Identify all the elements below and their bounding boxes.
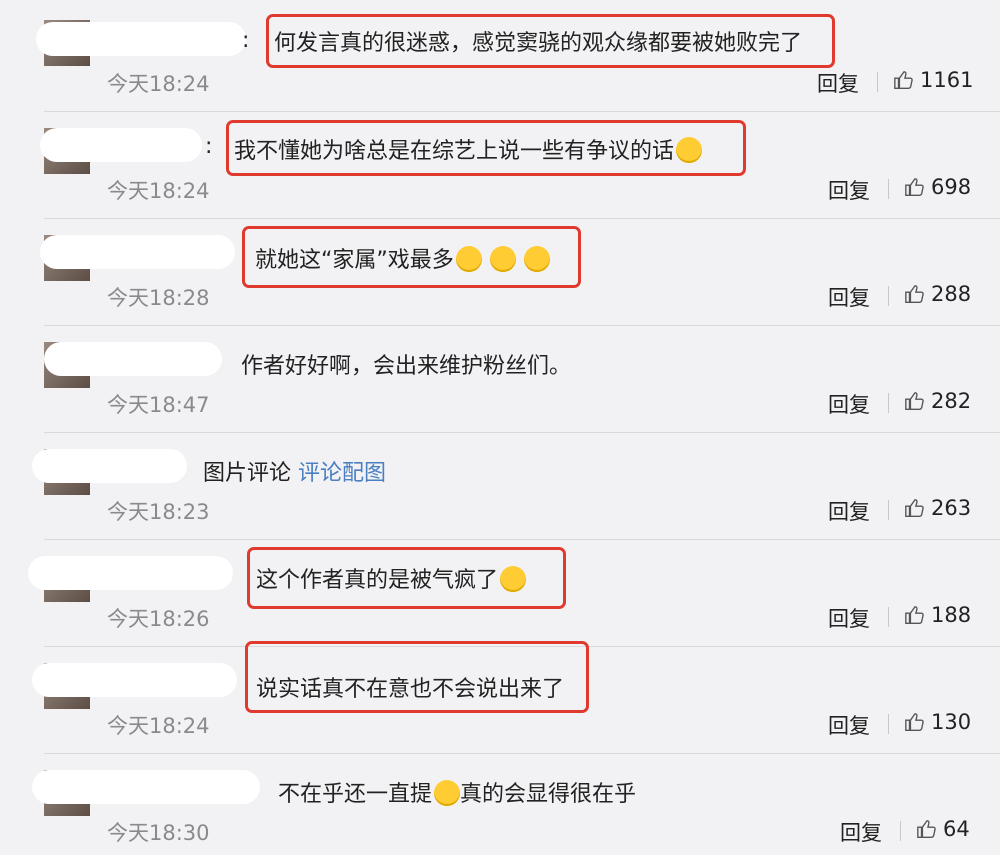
laughing-tears-emoji-icon [676,137,703,163]
thumbs-up-icon [894,71,913,89]
comment-time: 今天18:26 [107,607,210,631]
comment-text: 作者好好啊，会出来维护粉丝们。 [241,354,572,379]
like-button[interactable]: 1161 [893,68,973,92]
username-redacted[interactable] [32,663,237,697]
reply-button[interactable]: 回复 [828,496,870,526]
comment-text: 图片评论 评论配图 [203,461,387,486]
like-count: 263 [931,496,972,520]
username-redacted[interactable] [40,128,202,162]
like-count: 188 [931,603,972,627]
reply-button[interactable]: 回复 [828,282,870,312]
username-redacted[interactable] [36,22,246,56]
crying-emoji-icon [489,246,516,272]
laughing-tears-emoji-icon [434,780,461,806]
like-button[interactable]: 288 [904,282,971,306]
image-comment-link[interactable]: 评论配图 [298,461,386,486]
thumbs-up-icon [905,285,924,303]
like-count: 288 [931,282,972,306]
comment-text: 就她这“家属”戏最多 [255,242,550,274]
crying-emoji-icon [523,246,550,272]
like-button[interactable]: 698 [904,175,971,199]
reply-button[interactable]: 回复 [817,68,859,98]
like-button[interactable]: 282 [904,389,971,413]
laughing-tears-emoji-icon [500,566,527,592]
like-button[interactable]: 263 [904,496,971,520]
reply-button[interactable]: 回复 [828,389,870,419]
comment-time: 今天18:24 [107,72,210,96]
comment-time: 今天18:30 [107,821,210,845]
like-count: 698 [931,175,972,199]
like-button[interactable]: 64 [916,817,970,841]
username-redacted[interactable] [44,342,222,376]
thumbs-up-icon [905,713,924,731]
thumbs-up-icon [905,606,924,624]
comment-text: 说实话真不在意也不会说出来了 [256,677,565,702]
username-redacted[interactable] [32,449,187,483]
like-count: 282 [931,389,972,413]
like-count: 64 [943,817,970,841]
reply-button[interactable]: 回复 [828,175,870,205]
thumbs-up-icon [917,820,936,838]
comment-text: 不在乎还一直提 真的会显得很在乎 [278,780,637,807]
username-redacted[interactable] [28,556,233,590]
thumbs-up-icon [905,178,924,196]
reply-button[interactable]: 回复 [828,710,870,740]
crying-emoji-icon [455,246,482,272]
like-count: 130 [931,710,972,734]
comment-time: 今天18:47 [107,393,210,417]
comment-time: 今天18:24 [107,714,210,738]
reply-button[interactable]: 回复 [840,817,882,847]
like-button[interactable]: 130 [904,710,971,734]
username-redacted[interactable] [40,235,235,269]
comment-time: 今天18:23 [107,500,210,524]
reply-button[interactable]: 回复 [828,603,870,633]
username-redacted[interactable] [32,770,260,804]
comment-text: 这个作者真的是被气疯了 [256,562,527,594]
thumbs-up-icon [905,392,924,410]
comment-text: 何发言真的很迷惑，感觉窦骁的观众缘都要被她败完了 [274,31,803,56]
thumbs-up-icon [905,499,924,517]
comment-time: 今天18:28 [107,286,210,310]
like-count: 1161 [920,68,974,92]
comment-time: 今天18:24 [107,179,210,203]
comment-text: 我不懂她为啥总是在综艺上说一些有争议的话 [234,133,703,165]
comment-list: : 何发言真的很迷惑，感觉窦骁的观众缘都要被她败完了 今天18:24 回复 11… [0,0,1000,855]
like-button[interactable]: 188 [904,603,971,627]
